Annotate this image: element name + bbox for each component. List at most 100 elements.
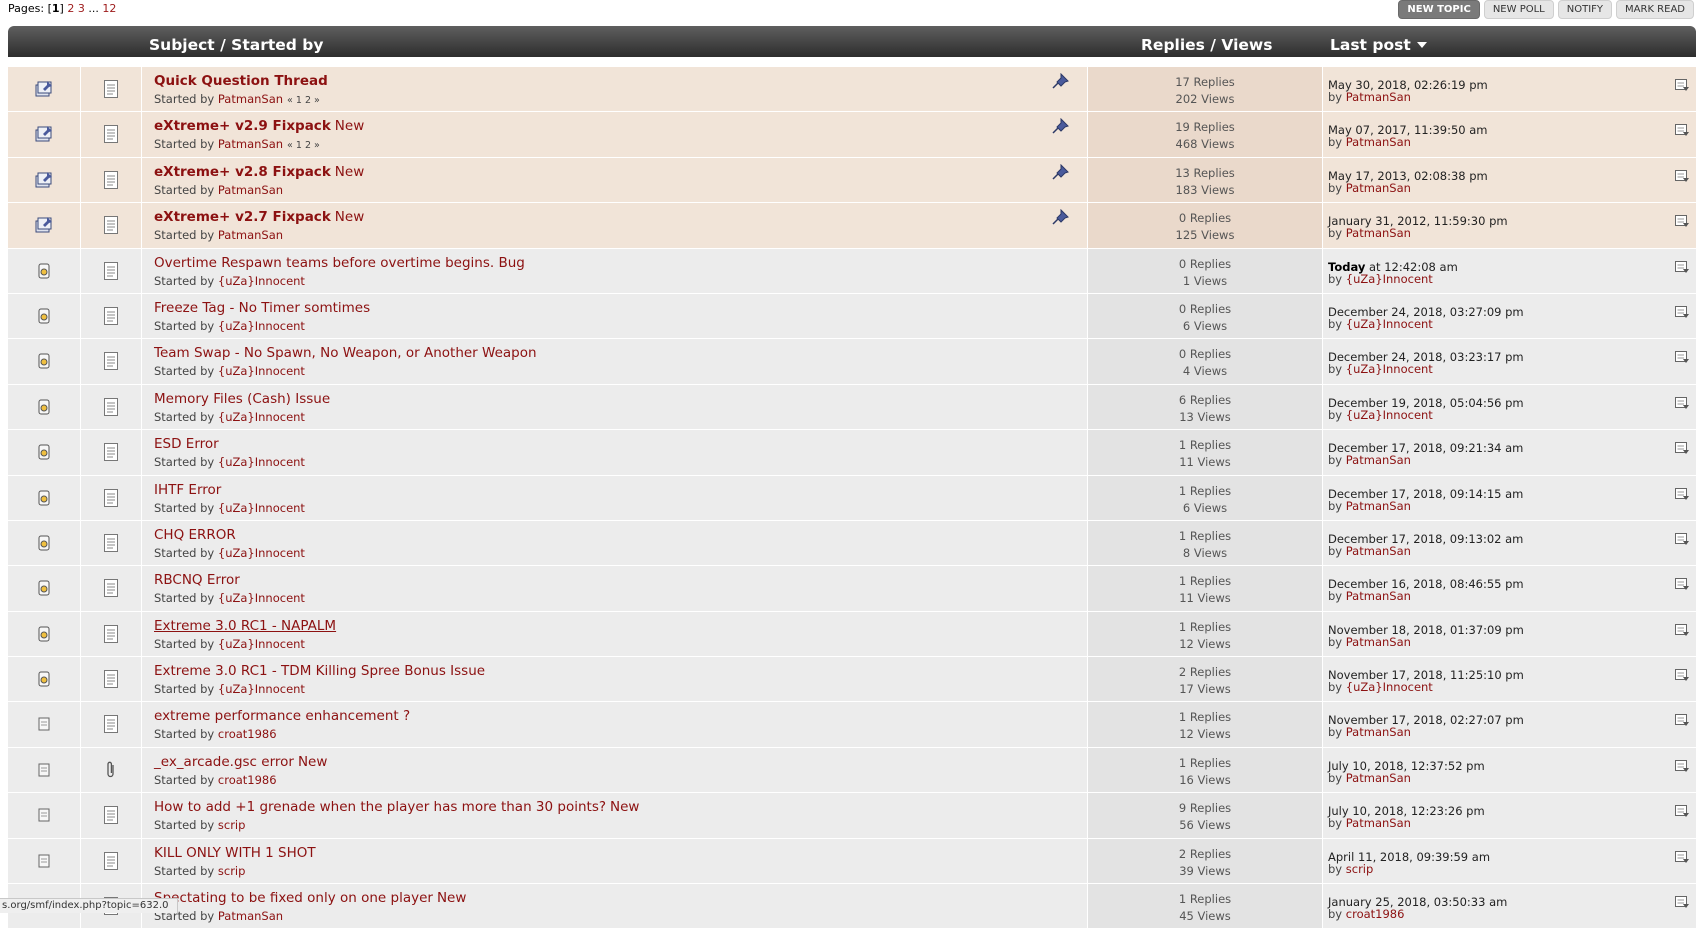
new-badge[interactable]: New [437, 890, 466, 906]
topic-title[interactable]: Overtime Respawn teams before overtime b… [154, 255, 525, 271]
topic-stats-cell: 1 Replies 16 Views [1088, 747, 1323, 793]
new-poll-button[interactable]: NEW POLL [1483, 0, 1554, 19]
topic-pages[interactable]: « 1 2 » [287, 140, 320, 151]
last-poster-link[interactable]: PatmanSan [1346, 771, 1411, 785]
page-link-2[interactable]: 2 [67, 2, 74, 15]
last-poster-link[interactable]: PatmanSan [1346, 816, 1411, 830]
starter-link[interactable]: scrip [218, 818, 246, 832]
topic-title[interactable]: Team Swap - No Spawn, No Weapon, or Anot… [154, 345, 537, 361]
topic-title-link[interactable]: extreme performance enhancement ? [154, 708, 410, 724]
replies-views-column-header[interactable]: Replies / Views [1141, 36, 1272, 54]
starter-link[interactable]: {uZa}Innocent [218, 682, 305, 696]
last-poster-link[interactable]: {uZa}Innocent [1346, 408, 1433, 422]
topic-pages[interactable]: « 1 2 » [287, 95, 320, 106]
topic-title-link[interactable]: Quick Question Thread [154, 73, 328, 89]
topic-title-link[interactable]: Overtime Respawn teams before overtime b… [154, 255, 525, 271]
new-badge[interactable]: New [335, 164, 364, 180]
topic-title-link[interactable]: eXtreme+ v2.7 Fixpack New [154, 209, 364, 225]
starter-link[interactable]: {uZa}Innocent [218, 274, 305, 288]
last-poster-link[interactable]: PatmanSan [1346, 589, 1411, 603]
started-by: Started by {uZa}Innocent [154, 455, 305, 469]
topic-title-link[interactable]: Extreme 3.0 RC1 - TDM Killing Spree Bonu… [154, 663, 485, 679]
topic-title[interactable]: Quick Question Thread [154, 73, 328, 89]
topic-title[interactable]: CHQ ERROR [154, 527, 236, 543]
starter-link[interactable]: {uZa}Innocent [218, 637, 305, 651]
last-poster-link[interactable]: PatmanSan [1346, 135, 1411, 149]
by-label: by [1328, 316, 1343, 331]
topic-row: ESD Error Started by {uZa}Innocent 1 Repli… [8, 430, 1696, 476]
starter-link[interactable]: PatmanSan [218, 137, 283, 151]
starter-link[interactable]: PatmanSan [218, 183, 283, 197]
starter-link[interactable]: {uZa}Innocent [218, 501, 305, 515]
topic-title[interactable]: eXtreme+ v2.9 Fixpack [154, 118, 331, 134]
topic-title-link[interactable]: Spectating to be fixed only on one playe… [154, 890, 466, 906]
page-link-3[interactable]: 3 [78, 2, 85, 15]
topic-title-link[interactable]: KILL ONLY WITH 1 SHOT [154, 845, 316, 861]
topic-title-link[interactable]: ESD Error [154, 436, 219, 452]
topic-title[interactable]: Extreme 3.0 RC1 - NAPALM [154, 618, 336, 634]
topic-title[interactable]: eXtreme+ v2.8 Fixpack [154, 164, 331, 180]
topic-title-link[interactable]: IHTF Error [154, 482, 221, 498]
starter-link[interactable]: croat1986 [218, 773, 277, 787]
starter-link[interactable]: {uZa}Innocent [218, 364, 305, 378]
last-poster-link[interactable]: PatmanSan [1346, 453, 1411, 467]
last-post-column-header[interactable]: Last post [1330, 36, 1427, 54]
new-badge[interactable]: New [335, 209, 364, 225]
last-poster-link[interactable]: PatmanSan [1346, 635, 1411, 649]
last-poster-link[interactable]: {uZa}Innocent [1346, 272, 1433, 286]
last-poster-link[interactable]: scrip [1346, 862, 1374, 876]
starter-link[interactable]: PatmanSan [218, 228, 283, 242]
page-link-last[interactable]: 12 [102, 2, 116, 15]
topic-title[interactable]: eXtreme+ v2.7 Fixpack [154, 209, 331, 225]
last-poster-link[interactable]: croat1986 [1346, 907, 1405, 921]
last-poster-link[interactable]: PatmanSan [1346, 226, 1411, 240]
new-badge[interactable]: New [610, 799, 639, 815]
last-poster-link[interactable]: PatmanSan [1346, 544, 1411, 558]
mark-read-button[interactable]: MARK READ [1616, 0, 1694, 19]
starter-link[interactable]: {uZa}Innocent [218, 319, 305, 333]
last-poster-link[interactable]: PatmanSan [1346, 181, 1411, 195]
topic-title[interactable]: How to add +1 grenade when the player ha… [154, 799, 606, 815]
topic-title[interactable]: IHTF Error [154, 482, 221, 498]
topic-title-link[interactable]: CHQ ERROR [154, 527, 236, 543]
starter-link[interactable]: {uZa}Innocent [218, 455, 305, 469]
topic-status-cell [8, 747, 81, 793]
last-poster-link[interactable]: PatmanSan [1346, 725, 1411, 739]
new-topic-button[interactable]: NEW TOPIC [1398, 0, 1480, 19]
topic-title-link[interactable]: Extreme 3.0 RC1 - NAPALM [154, 618, 336, 634]
notify-button[interactable]: NOTIFY [1557, 0, 1613, 19]
starter-link[interactable]: PatmanSan [218, 909, 283, 923]
topic-title-link[interactable]: _ex_arcade.gsc error New [154, 754, 327, 770]
topic-title-link[interactable]: How to add +1 grenade when the player ha… [154, 799, 639, 815]
topic-title[interactable]: ESD Error [154, 436, 219, 452]
subject-column-header[interactable]: Subject / Started by [149, 36, 323, 54]
starter-link[interactable]: scrip [218, 864, 246, 878]
topic-title-link[interactable]: eXtreme+ v2.8 Fixpack New [154, 164, 364, 180]
starter-link[interactable]: {uZa}Innocent [218, 591, 305, 605]
topic-title[interactable]: Freeze Tag - No Timer somtimes [154, 300, 370, 316]
starter-link[interactable]: PatmanSan [218, 92, 283, 106]
last-poster-link[interactable]: {uZa}Innocent [1346, 680, 1433, 694]
topic-title[interactable]: Extreme 3.0 RC1 - TDM Killing Spree Bonu… [154, 663, 485, 679]
starter-link[interactable]: {uZa}Innocent [218, 546, 305, 560]
new-badge[interactable]: New [335, 118, 364, 134]
topic-status-cell [8, 611, 81, 657]
topic-title-link[interactable]: RBCNQ Error [154, 572, 240, 588]
starter-link[interactable]: {uZa}Innocent [218, 410, 305, 424]
last-poster-link[interactable]: PatmanSan [1346, 90, 1411, 104]
topic-title-link[interactable]: Team Swap - No Spawn, No Weapon, or Anot… [154, 345, 537, 361]
new-badge[interactable]: New [298, 754, 327, 770]
last-poster-link[interactable]: {uZa}Innocent [1346, 362, 1433, 376]
topic-title-link[interactable]: Memory Files (Cash) Issue [154, 391, 330, 407]
topic-title[interactable]: extreme performance enhancement ? [154, 708, 410, 724]
topic-title[interactable]: Spectating to be fixed only on one playe… [154, 890, 433, 906]
last-poster-link[interactable]: PatmanSan [1346, 499, 1411, 513]
topic-title[interactable]: _ex_arcade.gsc error [154, 754, 294, 770]
last-poster-link[interactable]: {uZa}Innocent [1346, 317, 1433, 331]
topic-title-link[interactable]: eXtreme+ v2.9 Fixpack New [154, 118, 364, 134]
starter-link[interactable]: croat1986 [218, 727, 277, 741]
topic-title[interactable]: Memory Files (Cash) Issue [154, 391, 330, 407]
topic-title-link[interactable]: Freeze Tag - No Timer somtimes [154, 300, 370, 316]
topic-title[interactable]: KILL ONLY WITH 1 SHOT [154, 845, 316, 861]
topic-title[interactable]: RBCNQ Error [154, 572, 240, 588]
